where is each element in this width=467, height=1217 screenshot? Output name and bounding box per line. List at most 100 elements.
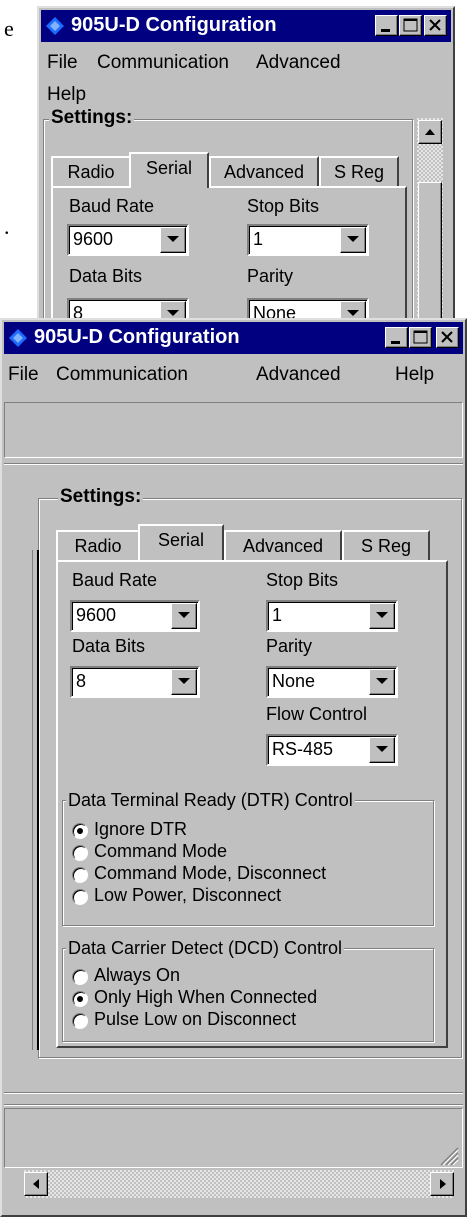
menu-file[interactable]: File bbox=[8, 364, 39, 386]
close-button[interactable] bbox=[436, 327, 459, 348]
tab-s-reg[interactable]: S Reg bbox=[342, 530, 430, 562]
stop-bits-select[interactable]: 1 bbox=[247, 224, 369, 256]
minimize-button[interactable] bbox=[385, 327, 408, 348]
dropdown-button[interactable] bbox=[369, 669, 395, 695]
maximize-icon bbox=[413, 330, 428, 344]
minimize-icon bbox=[381, 29, 390, 32]
parity-label: Parity bbox=[266, 636, 313, 656]
size-grip-icon[interactable] bbox=[439, 1146, 459, 1166]
arrow-right-icon bbox=[440, 1179, 446, 1189]
baud-rate-label: Baud Rate bbox=[69, 196, 155, 216]
dropdown-button[interactable] bbox=[369, 737, 395, 763]
tab-serial[interactable]: Serial bbox=[138, 524, 224, 560]
close-button[interactable] bbox=[424, 15, 447, 36]
scroll-right-button[interactable] bbox=[430, 1172, 454, 1196]
scroll-left-button[interactable] bbox=[24, 1172, 48, 1196]
radio-label: Low Power, Disconnect bbox=[94, 885, 282, 905]
dropdown-button[interactable] bbox=[369, 603, 395, 629]
parity-value: None bbox=[272, 671, 316, 691]
horizontal-scrollbar[interactable] bbox=[24, 1170, 454, 1198]
title-bar[interactable]: 905U-D Configuration bbox=[4, 322, 463, 354]
maximize-button[interactable] bbox=[409, 327, 432, 348]
bottom-divider bbox=[4, 1092, 463, 1094]
menu-help[interactable]: Help bbox=[47, 84, 86, 106]
dropdown-button[interactable] bbox=[160, 227, 186, 253]
chevron-down-icon bbox=[376, 746, 388, 752]
front-config-window: 905U-D Configuration File Communication … bbox=[0, 318, 467, 1217]
scroll-up-button[interactable] bbox=[418, 120, 442, 144]
tab-radio[interactable]: Radio bbox=[51, 156, 131, 188]
minimize-icon bbox=[391, 341, 400, 344]
vertical-scrollbar[interactable] bbox=[417, 118, 443, 320]
flow-control-label: Flow Control bbox=[266, 704, 368, 724]
document-text-fragment: e bbox=[4, 16, 14, 41]
menu-communication[interactable]: Communication bbox=[97, 52, 229, 74]
baud-rate-select[interactable]: 9600 bbox=[70, 600, 200, 632]
chevron-down-icon bbox=[167, 310, 179, 316]
document-text-fragment: . bbox=[4, 214, 10, 239]
stop-bits-select[interactable]: 1 bbox=[266, 600, 398, 632]
radio-indicator[interactable] bbox=[72, 845, 88, 861]
title-bar[interactable]: 905U-D Configuration bbox=[41, 10, 451, 42]
radio-indicator[interactable] bbox=[72, 1013, 88, 1029]
tab-s-reg[interactable]: S Reg bbox=[319, 156, 399, 188]
left-splitter[interactable] bbox=[32, 550, 39, 1050]
radio-label: Pulse Low on Disconnect bbox=[94, 1009, 297, 1029]
settings-label: Settings: bbox=[58, 486, 144, 508]
menu-bar: File Communication Advanced Help bbox=[2, 360, 465, 388]
menu-help[interactable]: Help bbox=[395, 364, 434, 386]
flow-control-select[interactable]: RS-485 bbox=[266, 734, 398, 766]
stop-bits-value: 1 bbox=[253, 229, 264, 249]
menu-communication[interactable]: Communication bbox=[56, 364, 188, 386]
toolbar-divider bbox=[4, 463, 463, 465]
close-icon bbox=[429, 19, 441, 31]
maximize-icon bbox=[403, 18, 418, 32]
baud-rate-value: 9600 bbox=[73, 229, 114, 249]
chevron-down-icon bbox=[376, 678, 388, 684]
menu-advanced[interactable]: Advanced bbox=[256, 364, 341, 386]
chevron-down-icon bbox=[347, 310, 359, 316]
dropdown-button[interactable] bbox=[171, 669, 197, 695]
scroll-thumb[interactable] bbox=[418, 182, 442, 320]
radio-indicator[interactable] bbox=[72, 889, 88, 905]
radio-label: Always On bbox=[94, 965, 181, 985]
radio-indicator[interactable] bbox=[72, 823, 88, 839]
parity-select[interactable]: None bbox=[266, 666, 398, 698]
dcd-control-label: Data Carrier Detect (DCD) Control bbox=[66, 938, 345, 959]
radio-label: Command Mode bbox=[94, 841, 228, 861]
dropdown-button[interactable] bbox=[171, 603, 197, 629]
data-bits-select[interactable]: 8 bbox=[70, 666, 200, 698]
data-bits-label: Data Bits bbox=[72, 636, 146, 656]
tab-serial[interactable]: Serial bbox=[129, 152, 209, 188]
stop-bits-label: Stop Bits bbox=[247, 196, 320, 216]
menu-file[interactable]: File bbox=[47, 52, 78, 74]
radio-indicator[interactable] bbox=[72, 991, 88, 1007]
settings-label: Settings: bbox=[49, 107, 135, 129]
radio-label: Ignore DTR bbox=[94, 819, 188, 839]
status-area bbox=[4, 1108, 463, 1168]
radio-indicator[interactable] bbox=[72, 867, 88, 883]
maximize-button[interactable] bbox=[399, 15, 422, 36]
chevron-down-icon bbox=[347, 236, 359, 242]
diamond-app-icon bbox=[46, 17, 64, 35]
menu-advanced[interactable]: Advanced bbox=[256, 52, 341, 74]
minimize-button[interactable] bbox=[375, 15, 398, 36]
dropdown-button[interactable] bbox=[340, 227, 366, 253]
tab-advanced[interactable]: Advanced bbox=[224, 530, 342, 562]
data-bits-value: 8 bbox=[76, 671, 87, 691]
close-icon bbox=[441, 331, 453, 343]
data-bits-label: Data Bits bbox=[69, 266, 143, 286]
bottom-divider bbox=[4, 1104, 463, 1106]
arrow-left-icon bbox=[33, 1179, 39, 1189]
dtr-control-label: Data Terminal Ready (DTR) Control bbox=[66, 790, 355, 811]
radio-indicator[interactable] bbox=[72, 969, 88, 985]
baud-rate-select[interactable]: 9600 bbox=[67, 224, 189, 256]
arrow-up-icon bbox=[425, 129, 435, 135]
tab-radio[interactable]: Radio bbox=[56, 530, 140, 562]
stop-bits-label: Stop Bits bbox=[266, 570, 339, 590]
chevron-down-icon bbox=[167, 236, 179, 242]
toolbar-area bbox=[4, 402, 463, 458]
tab-advanced[interactable]: Advanced bbox=[209, 156, 319, 188]
stop-bits-value: 1 bbox=[272, 605, 283, 625]
parity-label: Parity bbox=[247, 266, 294, 286]
